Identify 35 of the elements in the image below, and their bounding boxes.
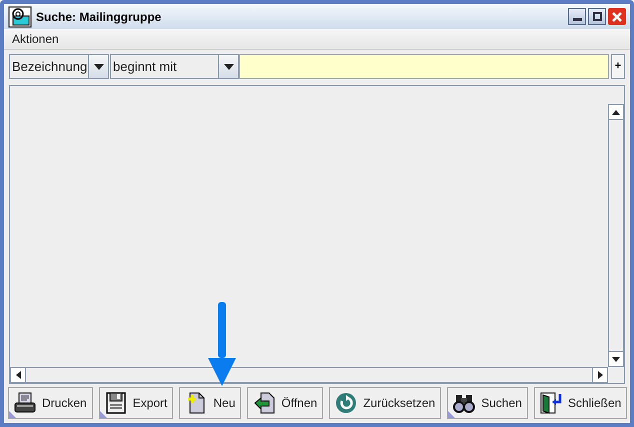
right-arrow-icon <box>598 371 602 379</box>
scroll-left-button[interactable] <box>11 368 26 382</box>
down-arrow-icon <box>612 356 620 362</box>
close-icon <box>612 12 622 22</box>
vertical-scrollbar[interactable] <box>608 104 624 367</box>
scroll-down-button[interactable] <box>609 351 623 366</box>
toolbar-button[interactable]: Export <box>98 387 174 419</box>
envelope-at-icon <box>8 6 32 28</box>
close-button[interactable] <box>608 8 626 25</box>
window-title: Suche: Mailinggruppe <box>36 8 162 26</box>
toolbar-button[interactable]: Schließen <box>534 387 628 419</box>
toolbar-button[interactable]: Drucken <box>8 387 93 419</box>
search-field[interactable] <box>239 54 609 79</box>
add-button[interactable]: + <box>611 54 625 79</box>
binoculars-icon <box>453 392 476 414</box>
caret-icon <box>224 64 234 70</box>
left-arrow-icon <box>16 371 20 379</box>
toolbar-button[interactable]: Zurücksetzen <box>329 387 442 419</box>
menu-item[interactable]: Aktionen <box>7 30 64 48</box>
operator-dropdown[interactable]: beginnt mit <box>110 54 239 79</box>
new-document-icon <box>185 392 208 414</box>
scroll-up-button[interactable] <box>609 105 623 120</box>
minimize-button[interactable] <box>568 8 586 25</box>
document-arrow-icon <box>253 392 276 414</box>
scroll-right-button[interactable] <box>592 368 607 382</box>
field-dropdown[interactable]: Bezeichnung <box>9 54 109 79</box>
toolbar-button[interactable]: Neu <box>179 387 242 419</box>
caret-icon <box>94 64 104 70</box>
toolbar-button[interactable]: Öffnen <box>247 387 324 419</box>
toolbar-button[interactable]: Suchen <box>447 387 528 419</box>
horizontal-scrollbar[interactable] <box>10 367 608 383</box>
door-arrow-icon <box>540 392 562 414</box>
printer-icon <box>14 392 36 414</box>
maximize-button[interactable] <box>588 8 606 25</box>
up-arrow-icon <box>612 110 620 114</box>
